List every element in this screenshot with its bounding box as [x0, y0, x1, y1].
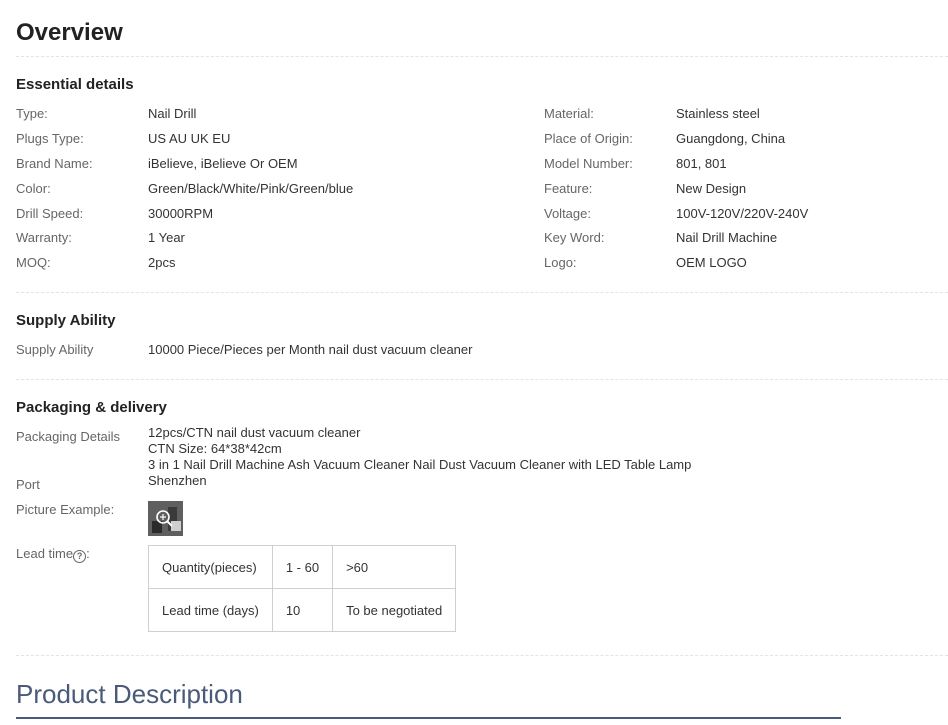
lead-time-colon: :: [86, 546, 90, 561]
plugs-type-label: Plugs Type:: [16, 131, 84, 146]
key-word-label: Key Word:: [544, 230, 605, 245]
voltage-value: 100V-120V/220V-240V: [676, 206, 809, 221]
lead-time-label: Lead time?:: [16, 546, 90, 563]
material-label: Material:: [544, 106, 594, 121]
plugs-type-value: US AU UK EU: [148, 131, 231, 146]
feature-label: Feature:: [544, 181, 593, 196]
divider: [16, 56, 948, 57]
voltage-label: Voltage:: [544, 206, 591, 221]
table-cell: To be negotiated: [332, 588, 457, 632]
divider: [16, 379, 948, 380]
supply-ability-label: Supply Ability: [16, 342, 94, 357]
feature-value: New Design: [676, 181, 747, 196]
supply-ability-heading: Supply Ability: [16, 312, 116, 329]
table-row: Lead time (days) 10 To be negotiated: [148, 588, 457, 632]
picture-example-label: Picture Example:: [16, 502, 115, 517]
supply-ability-value: 10000 Piece/Pieces per Month nail dust v…: [148, 342, 473, 357]
material-value: Stainless steel: [676, 106, 760, 121]
brand-name-label: Brand Name:: [16, 156, 93, 171]
warranty-label: Warranty:: [16, 230, 72, 245]
product-description-underline: [16, 717, 841, 719]
page-title: Overview: [16, 19, 123, 46]
packaging-details-label: Packaging Details: [16, 429, 121, 444]
moq-value: 2pcs: [148, 255, 176, 270]
drill-speed-value: 30000RPM: [148, 206, 214, 221]
divider: [16, 292, 948, 293]
place-of-origin-label: Place of Origin:: [544, 131, 633, 146]
table-cell: Lead time (days): [148, 588, 273, 632]
type-value: Nail Drill: [148, 106, 197, 121]
logo-label: Logo:: [544, 255, 577, 270]
port-label: Port: [16, 477, 40, 492]
moq-label: MOQ:: [16, 255, 51, 270]
picture-example-thumbnail[interactable]: [148, 501, 183, 536]
model-number-value: 801, 801: [676, 156, 727, 171]
drill-speed-label: Drill Speed:: [16, 206, 84, 221]
key-word-value: Nail Drill Machine: [676, 230, 778, 245]
type-label: Type:: [16, 106, 48, 121]
logo-value: OEM LOGO: [676, 255, 747, 270]
divider: [16, 655, 948, 656]
packaging-delivery-heading: Packaging & delivery: [16, 399, 167, 416]
lead-time-label-text: Lead time: [16, 546, 74, 561]
table-cell: 10: [271, 588, 334, 632]
table-cell: >60: [332, 545, 457, 589]
packaging-details-line: 3 in 1 Nail Drill Machine Ash Vacuum Cle…: [148, 457, 692, 472]
product-description-heading: Product Description: [16, 679, 243, 709]
table-cell: 1 - 60: [271, 545, 334, 589]
help-icon[interactable]: ?: [73, 550, 87, 563]
table-row: Quantity(pieces) 1 - 60 >60: [148, 545, 457, 589]
table-cell: Quantity(pieces): [148, 545, 273, 589]
lead-time-table: Quantity(pieces) 1 - 60 >60 Lead time (d…: [148, 545, 457, 632]
packaging-details-line: 12pcs/CTN nail dust vacuum cleaner: [148, 425, 361, 440]
place-of-origin-value: Guangdong, China: [676, 131, 786, 146]
essential-details-heading: Essential details: [16, 76, 134, 93]
color-value: Green/Black/White/Pink/Green/blue: [148, 181, 354, 196]
port-value: Shenzhen: [148, 473, 207, 488]
brand-name-value: iBelieve, iBelieve Or OEM: [148, 156, 298, 171]
packaging-details-line: CTN Size: 64*38*42cm: [148, 441, 282, 456]
packaging-details-value: 12pcs/CTN nail dust vacuum cleaner CTN S…: [148, 425, 691, 473]
warranty-value: 1 Year: [148, 230, 185, 245]
product-photo-icon: [148, 501, 183, 536]
model-number-label: Model Number:: [544, 156, 633, 171]
color-label: Color:: [16, 181, 51, 196]
